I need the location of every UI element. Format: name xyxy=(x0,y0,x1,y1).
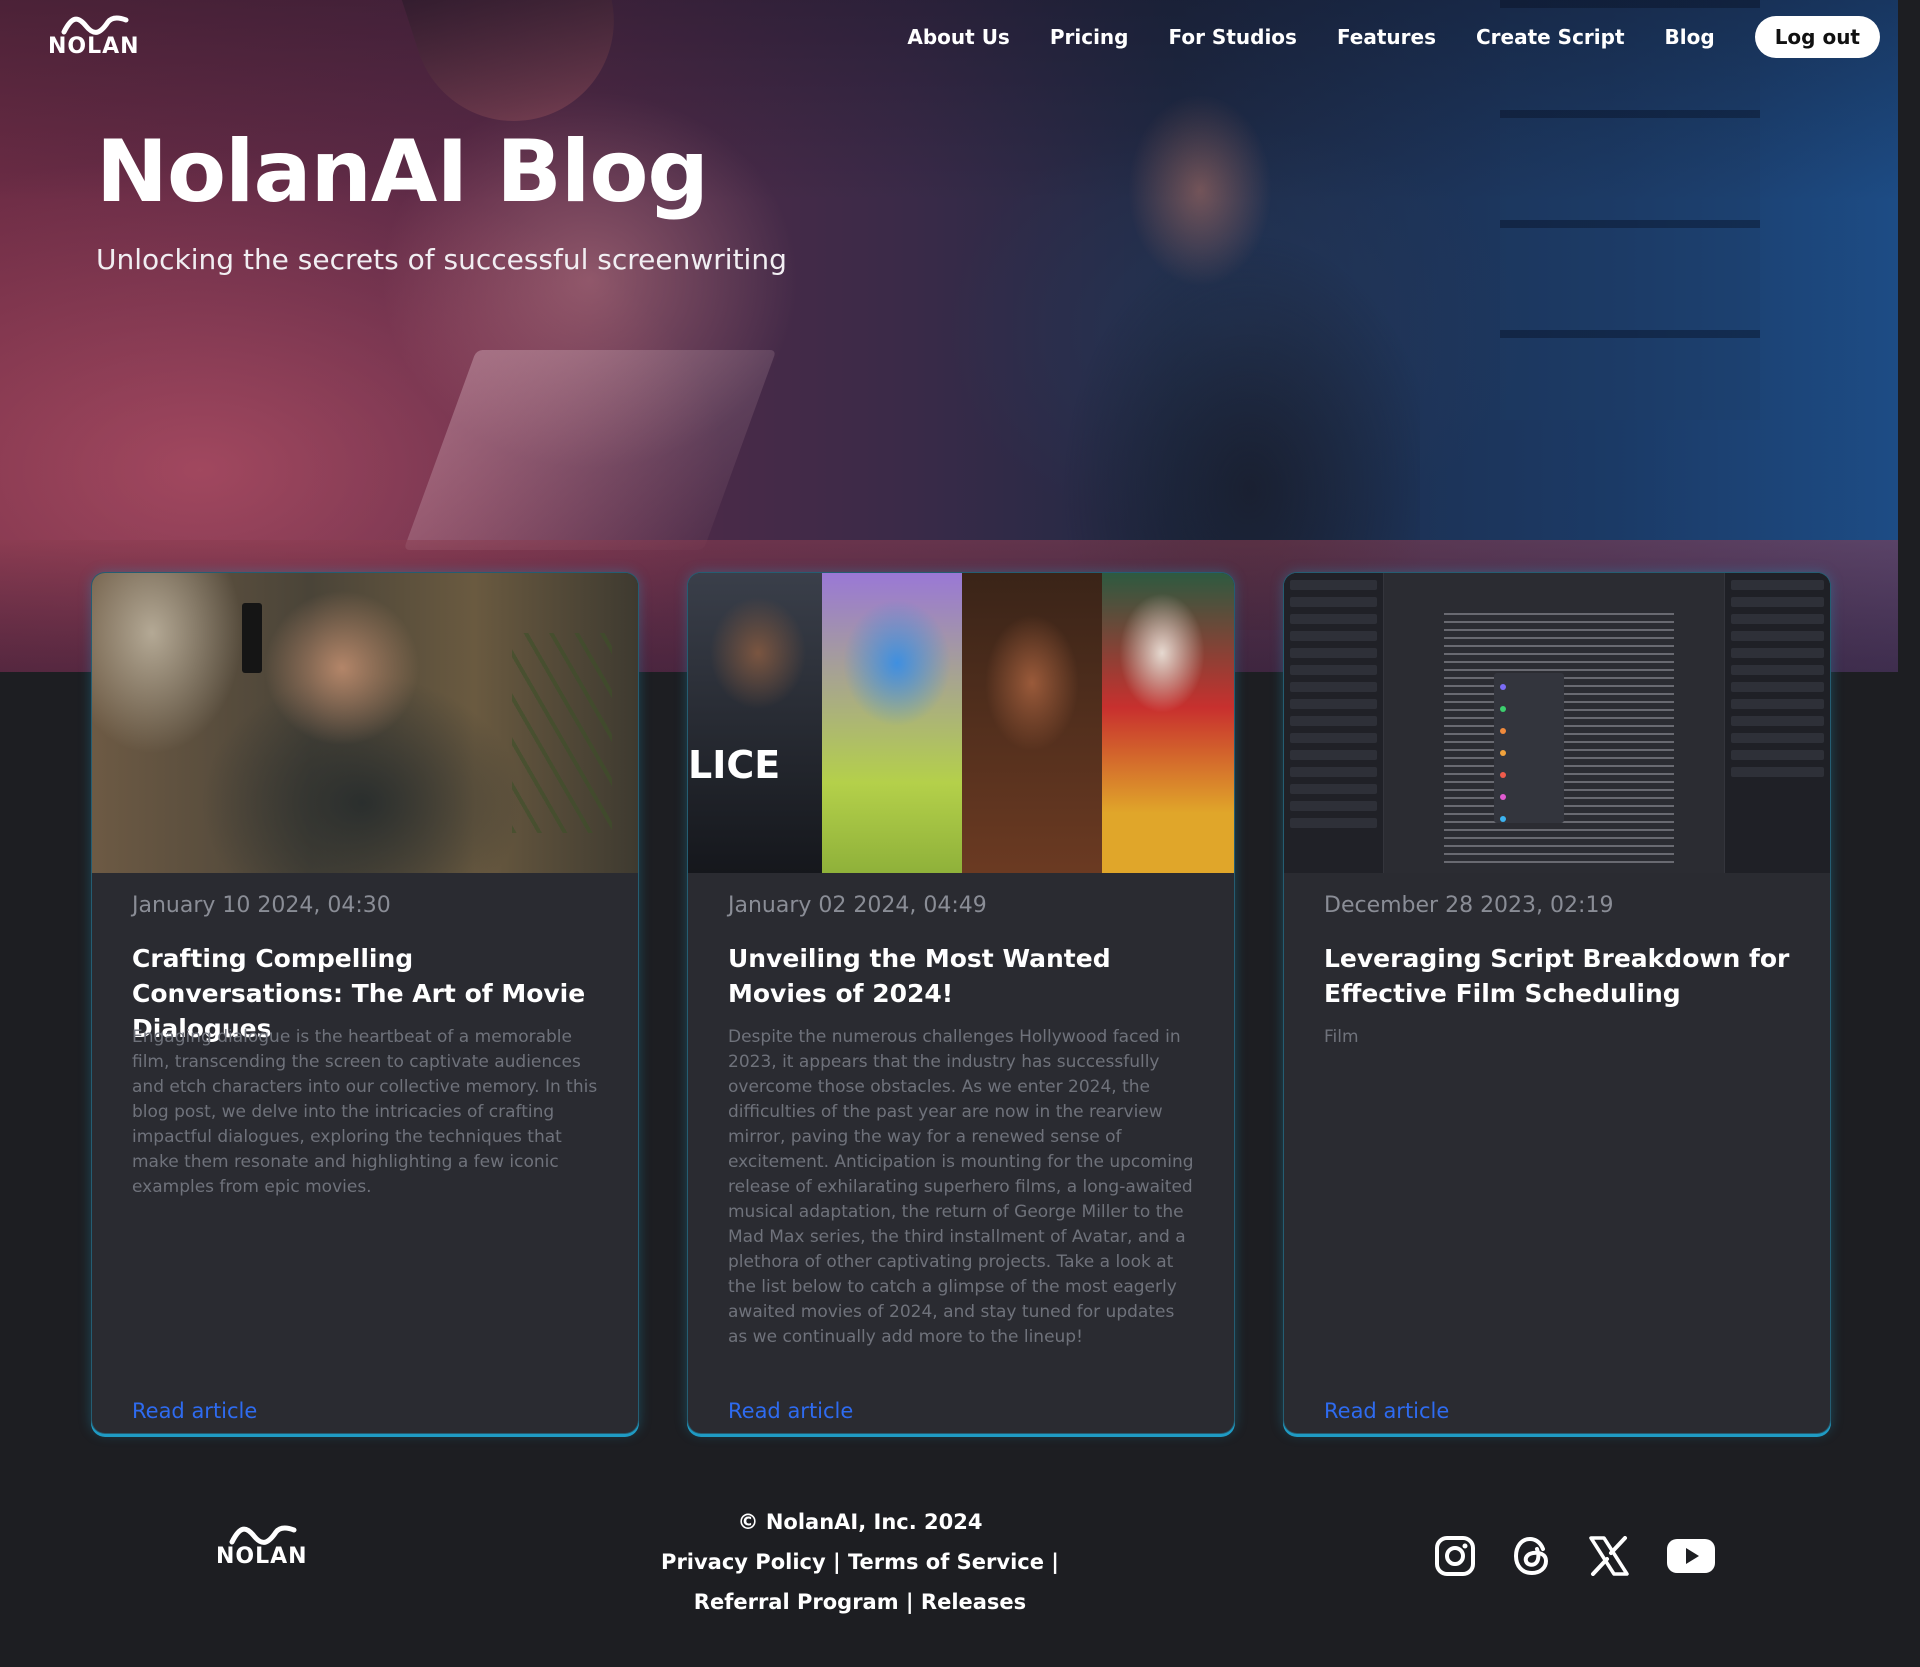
nav-about-us[interactable]: About Us xyxy=(907,25,1009,49)
read-article-link[interactable]: Read article xyxy=(728,1399,853,1423)
nav-pricing[interactable]: Pricing xyxy=(1050,25,1129,49)
footer-separator: | xyxy=(905,1590,914,1614)
post-date: January 02 2024, 04:49 xyxy=(728,893,987,918)
logo-text: NOLAN xyxy=(216,1544,308,1569)
post-excerpt: Engaging dialogue is the heartbeat of a … xyxy=(132,1027,598,1197)
logo-wave-icon xyxy=(229,1525,297,1545)
post-thumbnail[interactable] xyxy=(1284,573,1830,873)
logo-wave-icon xyxy=(61,15,129,35)
post-title[interactable]: Leveraging Script Breakdown for Effectiv… xyxy=(1324,941,1794,1011)
logout-button[interactable]: Log out xyxy=(1754,16,1880,58)
read-article-link[interactable]: Read article xyxy=(132,1399,257,1423)
read-article-link[interactable]: Read article xyxy=(1324,1399,1449,1423)
threads-icon[interactable] xyxy=(1512,1535,1552,1582)
logo-text: NOLAN xyxy=(48,34,140,59)
nav-create-script[interactable]: Create Script xyxy=(1476,25,1625,49)
x-icon[interactable] xyxy=(1588,1536,1630,1581)
blog-card: LICE January 02 2024, 04:49 Unveiling th… xyxy=(687,572,1235,1434)
post-title[interactable]: Unveiling the Most Wanted Movies of 2024… xyxy=(728,941,1198,1011)
page-subtitle: Unlocking the secrets of successful scre… xyxy=(96,243,787,276)
thumbnail-text: LICE xyxy=(688,743,781,787)
releases-link[interactable]: Releases xyxy=(921,1590,1026,1614)
privacy-policy-link[interactable]: Privacy Policy xyxy=(661,1550,826,1574)
youtube-icon[interactable] xyxy=(1666,1538,1716,1579)
instagram-icon[interactable] xyxy=(1434,1535,1476,1582)
footer-info: © NolanAI, Inc. 2024 Privacy Policy | Te… xyxy=(640,1502,1080,1622)
post-excerpt: Film xyxy=(1324,1027,1359,1047)
post-date: December 28 2023, 02:19 xyxy=(1324,893,1614,918)
blog-card: December 28 2023, 02:19 Leveraging Scrip… xyxy=(1283,572,1831,1434)
terms-of-service-link[interactable]: Terms of Service xyxy=(848,1550,1044,1574)
footer-links: Privacy Policy | Terms of Service | Refe… xyxy=(640,1542,1080,1622)
social-links xyxy=(1434,1535,1716,1582)
top-nav: About Us Pricing For Studios Features Cr… xyxy=(907,16,1880,58)
nav-for-studios[interactable]: For Studios xyxy=(1169,25,1297,49)
post-excerpt: Despite the numerous challenges Hollywoo… xyxy=(728,1027,1194,1347)
nav-blog[interactable]: Blog xyxy=(1665,25,1715,49)
post-thumbnail[interactable] xyxy=(92,573,638,873)
footer-separator: | xyxy=(832,1550,841,1574)
footer-nolan-logo[interactable]: NOLAN xyxy=(216,1524,308,1569)
nolan-logo[interactable]: NOLAN xyxy=(48,14,140,59)
blog-card: January 10 2024, 04:30 Crafting Compelli… xyxy=(91,572,639,1434)
copyright: © NolanAI, Inc. 2024 xyxy=(737,1510,983,1534)
referral-program-link[interactable]: Referral Program xyxy=(694,1590,899,1614)
footer-separator: | xyxy=(1051,1550,1059,1574)
page-title: NolanAI Blog xyxy=(96,122,709,222)
nav-features[interactable]: Features xyxy=(1337,25,1436,49)
post-thumbnail[interactable]: LICE xyxy=(688,573,1234,873)
post-date: January 10 2024, 04:30 xyxy=(132,893,391,918)
